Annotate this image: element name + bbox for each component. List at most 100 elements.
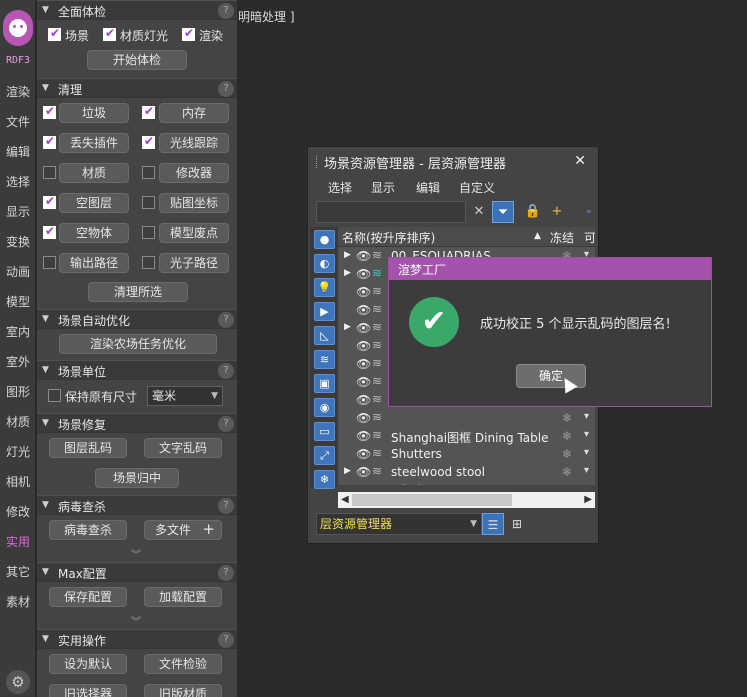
cleanup-checkbox[interactable] (43, 224, 56, 239)
explorer-type-select[interactable]: 层资源管理器 ▼ (316, 513, 482, 535)
freeze-toggle-icon[interactable]: ❄ (552, 447, 582, 461)
old-material-button[interactable]: 旧版材质 (144, 684, 222, 697)
expand-arrow-icon[interactable]: ▶ (344, 466, 351, 476)
freeze-toggle-icon[interactable]: ❄ (552, 483, 582, 485)
tab-6[interactable]: 动画 (0, 257, 36, 287)
freeze-toggle-icon[interactable]: ❄ (552, 429, 582, 443)
expand-arrow-icon[interactable]: ▶ (344, 322, 351, 332)
help-icon[interactable]: ? (218, 632, 234, 648)
visibility-eye-icon[interactable]: 👁 (356, 303, 371, 317)
section-virus[interactable]: ▼ 病毒查杀 ? (37, 495, 237, 515)
tab-15[interactable]: 实用 (0, 527, 36, 557)
filter-xrefs-icon[interactable]: ◉ (314, 398, 335, 417)
cleanup-checkbox[interactable] (43, 104, 56, 119)
cleanup-button[interactable]: 丢失插件 (59, 133, 129, 153)
cleanup-button[interactable]: 模型废点 (159, 223, 229, 243)
tab-8[interactable]: 室内 (0, 317, 36, 347)
file-verify-button[interactable]: 文件检验 (144, 654, 222, 674)
filter-helpers-icon[interactable]: ◺ (314, 326, 335, 345)
scroll-left-icon[interactable]: ◀ (341, 492, 349, 508)
filter-containers-icon[interactable]: ⤢ (314, 446, 335, 465)
filter-icon[interactable]: ⏷ (492, 201, 514, 223)
set-default-button[interactable]: 设为默认 (49, 654, 127, 674)
expand-arrow-icon[interactable]: ▶ (344, 268, 351, 278)
help-icon[interactable]: ? (218, 363, 234, 379)
tab-17[interactable]: 素材 (0, 587, 36, 617)
save-config-button[interactable]: 保存配置 (49, 587, 127, 607)
cleanup-button[interactable]: 贴图坐标 (159, 193, 229, 213)
section-cleanup[interactable]: ▼ 清理 ? (37, 78, 237, 98)
filter-shapes-icon[interactable]: ◐ (314, 254, 335, 273)
section-utility[interactable]: ▼ 实用操作 ? (37, 629, 237, 649)
cleanup-checkbox[interactable] (43, 256, 56, 269)
cleanup-button[interactable]: 垃圾 (59, 103, 129, 123)
menu-select[interactable]: 选择 (328, 179, 352, 196)
hierarchy-icon[interactable]: ⊞ (506, 513, 528, 535)
menu-edit[interactable]: 编辑 (416, 179, 440, 196)
clean-selected-button[interactable]: 清理所选 (88, 282, 188, 302)
expand-toolbar-icon[interactable]: » (578, 201, 600, 223)
add-layer-icon[interactable]: + (546, 201, 568, 223)
render-toggle-icon[interactable]: ▾ (584, 447, 589, 458)
filter-geometry-icon[interactable]: ● (314, 230, 335, 249)
tab-0[interactable]: 渲染 (0, 77, 36, 107)
checkbox-scene[interactable] (48, 26, 61, 41)
layer-stack-icon[interactable]: ☰ (482, 513, 504, 535)
cleanup-checkbox[interactable] (142, 256, 155, 269)
filter-lights-icon[interactable]: 💡 (314, 278, 335, 297)
scroll-right-icon[interactable]: ▶ (584, 492, 592, 508)
filter-cameras-icon[interactable]: ▶ (314, 302, 335, 321)
scroll-thumb[interactable] (352, 494, 512, 506)
visibility-eye-icon[interactable]: 👁 (356, 393, 371, 407)
visibility-eye-icon[interactable]: 👁 (356, 249, 371, 263)
horizontal-scrollbar[interactable]: ◀ ▶ (338, 492, 595, 508)
visibility-eye-icon[interactable]: 👁 (356, 447, 371, 461)
visibility-eye-icon[interactable]: 👁 (356, 285, 371, 299)
filter-frozen-icon[interactable]: ❄ (314, 470, 335, 489)
section-scene-repair[interactable]: ▼ 场景修复 ? (37, 413, 237, 433)
menu-display[interactable]: 显示 (371, 179, 395, 196)
render-toggle-icon[interactable]: ▾ (584, 411, 589, 422)
freeze-toggle-icon[interactable]: ❄ (552, 465, 582, 479)
table-row[interactable]: 👁 ≋ Shutters ❄ ▾ (338, 446, 595, 464)
cleanup-button[interactable]: 空图层 (59, 193, 129, 213)
tab-16[interactable]: 其它 (0, 557, 36, 587)
viewport-shading-label[interactable]: 明暗处理 ] (238, 8, 295, 25)
visibility-eye-icon[interactable]: 👁 (356, 483, 371, 485)
expand-chevron-icon[interactable]: ︾ (131, 613, 141, 628)
visibility-eye-icon[interactable]: 👁 (356, 339, 371, 353)
cleanup-checkbox[interactable] (43, 166, 56, 179)
section-scene-units[interactable]: ▼ 场景单位 ? (37, 360, 237, 380)
column-render[interactable]: 可 (584, 229, 595, 246)
cleanup-checkbox[interactable] (43, 134, 56, 149)
filter-bones-icon[interactable]: ▭ (314, 422, 335, 441)
visibility-eye-icon[interactable]: 👁 (356, 429, 371, 443)
help-icon[interactable]: ? (218, 81, 234, 97)
explorer-search-input[interactable] (316, 201, 466, 223)
help-icon[interactable]: ? (218, 498, 234, 514)
visibility-eye-icon[interactable]: 👁 (356, 267, 371, 281)
help-icon[interactable]: ? (218, 565, 234, 581)
help-icon[interactable]: ? (218, 312, 234, 328)
visibility-eye-icon[interactable]: 👁 (356, 375, 371, 389)
column-name[interactable]: 名称(按升序排序) (342, 229, 435, 246)
old-selector-button[interactable]: 旧选择器 (49, 684, 127, 697)
lock-icon[interactable]: 🔒 (522, 201, 544, 223)
table-row[interactable]: ▶ 👁≋ Window ❄▾ (338, 482, 595, 485)
section-auto-optimize[interactable]: ▼ 场景自动优化 ? (37, 309, 237, 329)
scene-center-button[interactable]: 场景归中 (95, 468, 179, 488)
farm-optimize-button[interactable]: 渲染农场任务优化 (59, 334, 217, 354)
drag-grip-icon[interactable] (316, 155, 318, 168)
cleanup-button[interactable]: 输出路径 (59, 253, 129, 273)
visibility-eye-icon[interactable]: 👁 (356, 465, 371, 479)
tab-1[interactable]: 文件 (0, 107, 36, 137)
cleanup-checkbox[interactable] (142, 196, 155, 209)
virus-scan-button[interactable]: 病毒查杀 (49, 520, 127, 540)
checkbox-render[interactable] (182, 26, 195, 41)
filter-groups-icon[interactable]: ▣ (314, 374, 335, 393)
layer-garble-button[interactable]: 图层乱码 (49, 438, 127, 458)
visibility-eye-icon[interactable]: 👁 (356, 321, 371, 335)
tab-12[interactable]: 灯光 (0, 437, 36, 467)
cleanup-button[interactable]: 光线跟踪 (159, 133, 229, 153)
menu-customize[interactable]: 自定义 (459, 179, 495, 196)
